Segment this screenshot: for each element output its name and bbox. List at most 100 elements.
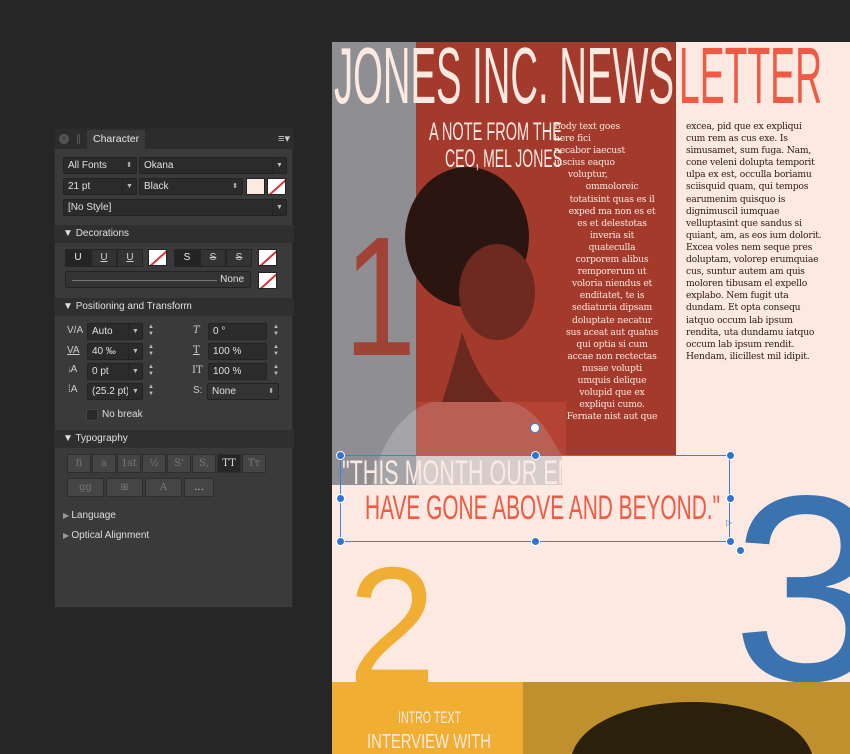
body-text-line: velluptasint que sandus si	[686, 217, 802, 229]
leading-field[interactable]: (25.2 pt) ▼	[87, 383, 143, 400]
line-style-select[interactable]: None	[65, 271, 251, 288]
resize-handle[interactable]	[726, 494, 735, 503]
close-icon[interactable]: ×	[59, 134, 69, 144]
fill-color-swatch[interactable]	[246, 178, 265, 195]
body-text-line: doluptate necatur	[572, 314, 652, 326]
section-language[interactable]: ▶ Language	[55, 510, 294, 521]
typography-button[interactable]: 1st	[117, 454, 141, 473]
tracking-field[interactable]: 40 ‰ ▼	[87, 343, 143, 360]
stroke-color-swatch[interactable]	[267, 178, 286, 195]
font-family-value: Okana	[144, 160, 174, 171]
chevron-down-icon[interactable]: ▼	[128, 364, 142, 379]
typography-button[interactable]: ...	[184, 478, 214, 497]
strike-double-button[interactable]: S	[200, 249, 226, 267]
typography-button[interactable]: S'	[167, 454, 191, 473]
shear-stepper[interactable]: ▲ ▼	[272, 324, 280, 339]
text-frame-selection[interactable]	[340, 455, 730, 542]
rotate-handle[interactable]	[736, 546, 745, 555]
typography-button[interactable]: S,	[192, 454, 216, 473]
typography-button[interactable]: A	[145, 478, 182, 497]
body-text-line: cone veleni dolupta temporit	[686, 157, 815, 169]
horizontal-scale-field[interactable]: 100 %	[208, 363, 267, 380]
body-text-line: ulpa ex est, occulla boriamu	[686, 169, 812, 181]
resize-handle[interactable]	[336, 537, 345, 546]
resize-handle[interactable]	[336, 494, 345, 503]
typography-button[interactable]: ½	[142, 454, 166, 473]
body-column-2[interactable]: excea, pid que ex expliqui cum rem as cus…	[686, 121, 850, 363]
underline-custom-button[interactable]: U	[117, 249, 143, 267]
kerning-field[interactable]: Auto ▼	[87, 323, 143, 340]
shear-value: 0 °	[213, 326, 226, 337]
strike-color-swatch[interactable]	[258, 249, 277, 266]
newsletter-page[interactable]: 1 JONES INC. NEWS LETTER A NOTE FROM THE…	[332, 42, 850, 754]
panel-menu-icon[interactable]: ≡▾	[278, 132, 290, 145]
underline-color-swatch[interactable]	[148, 249, 167, 266]
body-text-line: Hendam, ilicillest mil idipit.	[686, 350, 810, 362]
kerning-icon: V/A	[67, 325, 84, 336]
body-text-line: moloren tibusam el expello	[686, 278, 808, 290]
strike-button[interactable]: S	[174, 249, 200, 267]
typography-button[interactable]: gg	[67, 478, 104, 497]
body-text-line: voloria niendus et	[571, 278, 653, 290]
baseline-handle[interactable]	[530, 423, 540, 433]
vertical-scale-stepper[interactable]: ▲ ▼	[272, 344, 280, 359]
section-label: Language	[71, 510, 116, 521]
note-headline-line2: CEO, MEL JONES	[445, 145, 562, 173]
no-break-checkbox[interactable]	[86, 409, 98, 421]
chevron-down-icon[interactable]: ▼	[122, 179, 136, 194]
chevron-down-icon[interactable]: ▼	[272, 200, 286, 215]
updown-icon: ⬍	[268, 388, 274, 395]
chevron-down-icon[interactable]: ▼	[272, 158, 286, 173]
font-style-select[interactable]: Black ⬍	[139, 178, 243, 195]
body-text-line: quateculla	[588, 241, 636, 253]
underline-double-button[interactable]: U	[91, 249, 117, 267]
typography-button[interactable]: Tт	[242, 454, 266, 473]
strike-custom-button[interactable]: S	[226, 249, 252, 267]
vertical-scale-field[interactable]: 100 %	[208, 343, 267, 360]
body-text-line: volupid que ex	[579, 387, 645, 399]
chevron-down-icon[interactable]: ▼	[128, 344, 142, 359]
resize-handle[interactable]	[336, 451, 345, 460]
horizontal-scale-icon: IT	[192, 365, 203, 376]
shear-field[interactable]: 0 °	[208, 323, 267, 340]
chevron-down-icon[interactable]: ▼	[128, 384, 142, 399]
typography-button[interactable]: fi	[67, 454, 91, 473]
baseline-stepper[interactable]: ▲ ▼	[147, 364, 155, 379]
underline-button[interactable]: U	[65, 249, 91, 267]
section-decorations[interactable]: ▼ Decorations	[55, 225, 294, 243]
font-size-field[interactable]: 21 pt ▼	[63, 178, 137, 195]
leading-stepper[interactable]: ▲ ▼	[147, 384, 155, 399]
resize-handle[interactable]	[726, 451, 735, 460]
section-typography[interactable]: ▼ Typography	[55, 430, 294, 448]
tab-character[interactable]: Character	[87, 130, 146, 149]
body-column-1[interactable]: Body text goes here fici necabor iaecust iu…	[550, 121, 674, 423]
tracking-stepper[interactable]: ▲ ▼	[147, 344, 155, 359]
kerning-stepper[interactable]: ▲ ▼	[147, 324, 155, 339]
body-text-line: ommoloreic	[585, 181, 639, 193]
font-family-field[interactable]: Okana ▼	[139, 157, 287, 174]
tracking-value: 40 ‰	[92, 346, 116, 357]
typography-button[interactable]: a	[92, 454, 116, 473]
resize-handle[interactable]	[531, 537, 540, 546]
line-color-swatch[interactable]	[258, 272, 277, 289]
body-text-line: here fici	[554, 133, 591, 145]
section-positioning[interactable]: ▼ Positioning and Transform	[55, 298, 294, 316]
typography-button[interactable]: TT	[217, 454, 241, 473]
text-flow-in-icon[interactable]: ▷	[338, 466, 344, 475]
baseline-field[interactable]: 0 pt ▼	[87, 363, 143, 380]
script-select[interactable]: None ⬍	[207, 383, 279, 400]
chevron-down-icon[interactable]: ▼	[128, 324, 142, 339]
resize-handle[interactable]	[531, 451, 540, 460]
horizontal-scale-stepper[interactable]: ▲ ▼	[272, 364, 280, 379]
text-flow-out-icon[interactable]: ▷	[726, 518, 732, 527]
triangle-down-icon: ▼	[63, 433, 76, 444]
resize-handle[interactable]	[726, 537, 735, 546]
section-optical-alignment[interactable]: ▶ Optical Alignment	[55, 530, 294, 541]
body-text-line: iatquo occum lab ipsum	[686, 314, 793, 326]
horizontal-scale-value: 100 %	[213, 366, 242, 377]
updown-icon: ⬍	[232, 183, 238, 190]
font-collection-select[interactable]: All Fonts ⬍	[63, 157, 137, 174]
drag-handle-icon[interactable]	[77, 134, 80, 144]
paragraph-style-select[interactable]: [No Style] ▼	[63, 199, 287, 216]
typography-button[interactable]: ⊞	[106, 478, 143, 497]
